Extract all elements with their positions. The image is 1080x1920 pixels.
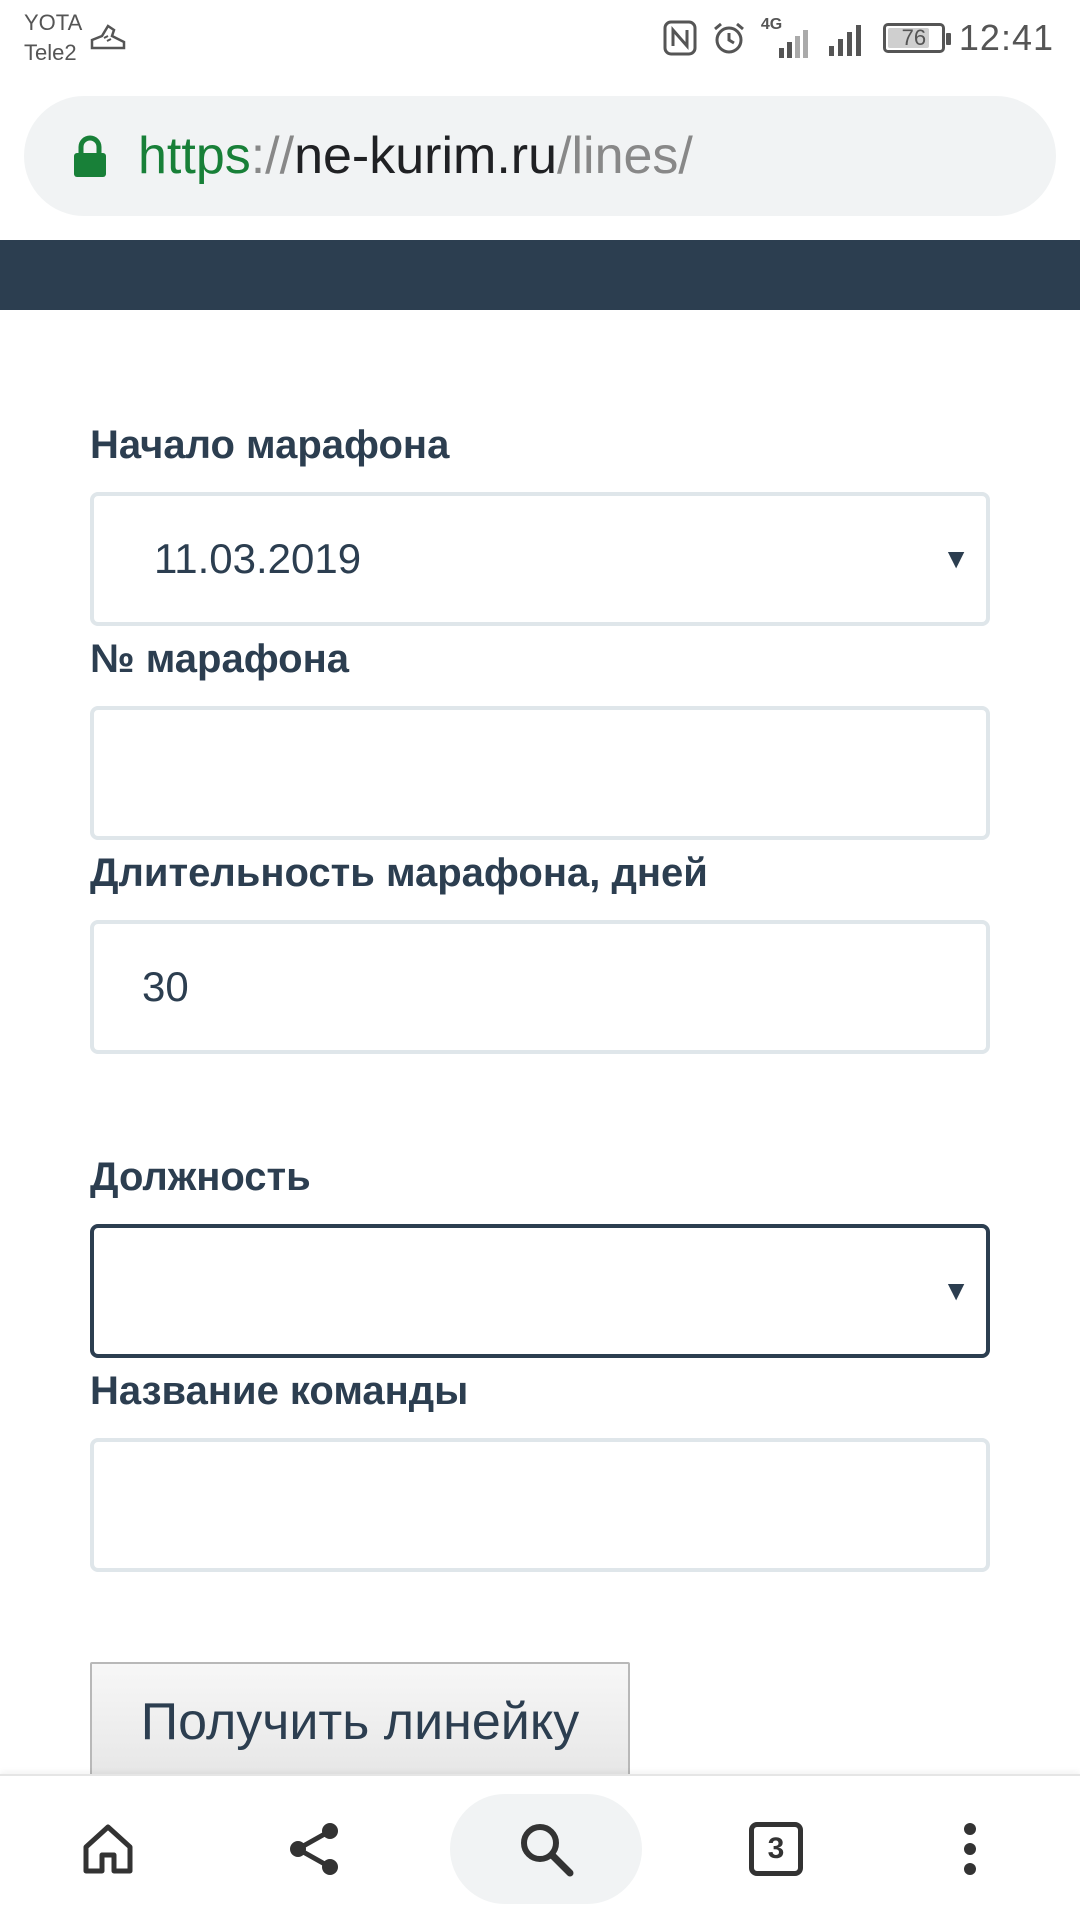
url-scheme: https — [138, 127, 251, 185]
carrier-1-label: YOTA — [24, 10, 83, 35]
home-icon — [83, 1824, 133, 1874]
screen: YOTA Tele2 4G 76 12:41 https://ne-kurim.… — [0, 0, 1080, 1920]
more-icon — [964, 1823, 976, 1875]
lock-icon[interactable] — [72, 134, 108, 178]
search-button[interactable] — [496, 1776, 596, 1920]
start-date-label: Начало марафона — [90, 423, 450, 467]
url-text[interactable]: https://ne-kurim.ru/lines/ — [138, 126, 693, 186]
site-header-band — [0, 240, 1080, 310]
search-icon — [521, 1824, 574, 1877]
start-date-select[interactable]: 11.03.2019 ▼ — [90, 492, 990, 626]
chevron-down-icon: ▼ — [942, 543, 970, 574]
nfc-icon — [663, 20, 697, 56]
marathon-number-label: № марафона — [90, 637, 350, 681]
position-label: Должность — [90, 1155, 311, 1199]
tabs-count: 3 — [767, 1832, 785, 1865]
home-button[interactable] — [58, 1776, 158, 1920]
chevron-down-icon: ▼ — [942, 1275, 970, 1306]
position-select[interactable]: ▼ — [90, 1224, 990, 1358]
duration-input[interactable]: 30 — [90, 920, 990, 1054]
browser-bottom-toolbar: 3 — [0, 1774, 1080, 1920]
battery-level: 76 — [901, 25, 927, 50]
status-icons: 4G 76 12:41 — [663, 14, 1054, 62]
url-separator: :// — [250, 127, 295, 185]
tabs-icon: 3 — [749, 1822, 803, 1876]
marathon-number-input[interactable] — [90, 706, 990, 840]
duration-value: 30 — [142, 963, 189, 1010]
get-ruler-button[interactable]: Получить линейку — [90, 1662, 630, 1782]
status-bar: YOTA Tele2 4G 76 12:41 — [0, 0, 1080, 78]
battery-icon: 76 — [882, 23, 951, 53]
tabs-button[interactable]: 3 — [726, 1776, 826, 1920]
url-host: ne-kurim.ru — [294, 127, 558, 185]
url-bar[interactable]: https://ne-kurim.ru/lines/ — [24, 96, 1056, 216]
share-icon — [290, 1823, 338, 1875]
alarm-icon — [713, 22, 744, 54]
duration-label: Длительность марафона, дней — [90, 851, 708, 895]
share-button[interactable] — [264, 1776, 364, 1920]
carriers: YOTA Tele2 — [24, 8, 82, 68]
signal-icon — [828, 25, 861, 56]
url-path: /lines/ — [557, 127, 693, 185]
carrier-2-label: Tele2 — [24, 40, 77, 65]
start-date-value: 11.03.2019 — [154, 535, 362, 582]
team-name-input[interactable] — [90, 1438, 990, 1572]
running-shoe-icon — [90, 24, 126, 50]
team-name-label: Название команды — [90, 1369, 469, 1413]
signal-4g-icon: 4G — [761, 16, 815, 58]
clock: 12:41 — [958, 17, 1054, 58]
submit-wrapper: Получить линейку — [90, 1662, 630, 1782]
more-menu-button[interactable] — [920, 1776, 1020, 1920]
